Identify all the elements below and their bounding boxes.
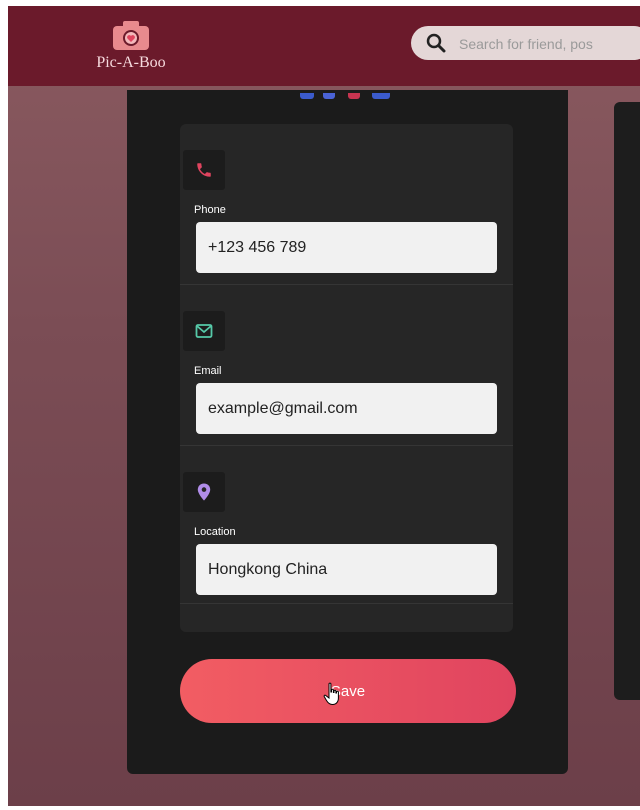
email-input[interactable] <box>196 383 497 434</box>
twitter-icon[interactable] <box>323 93 336 99</box>
save-button[interactable]: Save <box>180 659 516 723</box>
contact-info-card: Phone Email <box>180 124 513 632</box>
phone-icon-box <box>183 150 225 190</box>
email-section: Email <box>180 285 513 446</box>
phone-input[interactable] <box>196 222 497 273</box>
location-label: Location <box>194 526 236 538</box>
app-name: Pic-A-Boo <box>96 54 166 71</box>
edit-profile-panel: Phone Email <box>127 90 568 774</box>
search-bar[interactable] <box>411 26 640 62</box>
envelope-icon <box>195 324 213 338</box>
email-icon-box <box>183 311 225 351</box>
phone-icon <box>197 163 211 177</box>
camera-heart-icon <box>113 21 149 50</box>
app-logo[interactable]: Pic-A-Boo <box>86 18 176 88</box>
location-input[interactable] <box>196 544 497 595</box>
pinterest-icon[interactable] <box>347 93 360 99</box>
phone-section: Phone <box>180 124 513 285</box>
email-label: Email <box>194 365 222 377</box>
side-panel <box>614 102 640 700</box>
search-input[interactable] <box>457 26 640 62</box>
hand-pointer-icon <box>323 682 339 706</box>
facebook-icon[interactable] <box>300 93 314 99</box>
location-icon-box <box>183 472 225 512</box>
location-section: Location <box>180 446 513 604</box>
search-icon <box>426 33 446 53</box>
map-pin-icon <box>197 483 211 501</box>
linkedin-icon[interactable] <box>372 93 391 99</box>
top-navigation-bar: Pic-A-Boo <box>8 6 640 86</box>
app-window: Pic-A-Boo Phone <box>8 6 640 806</box>
phone-label: Phone <box>194 204 226 216</box>
social-icons-strip <box>298 86 398 99</box>
